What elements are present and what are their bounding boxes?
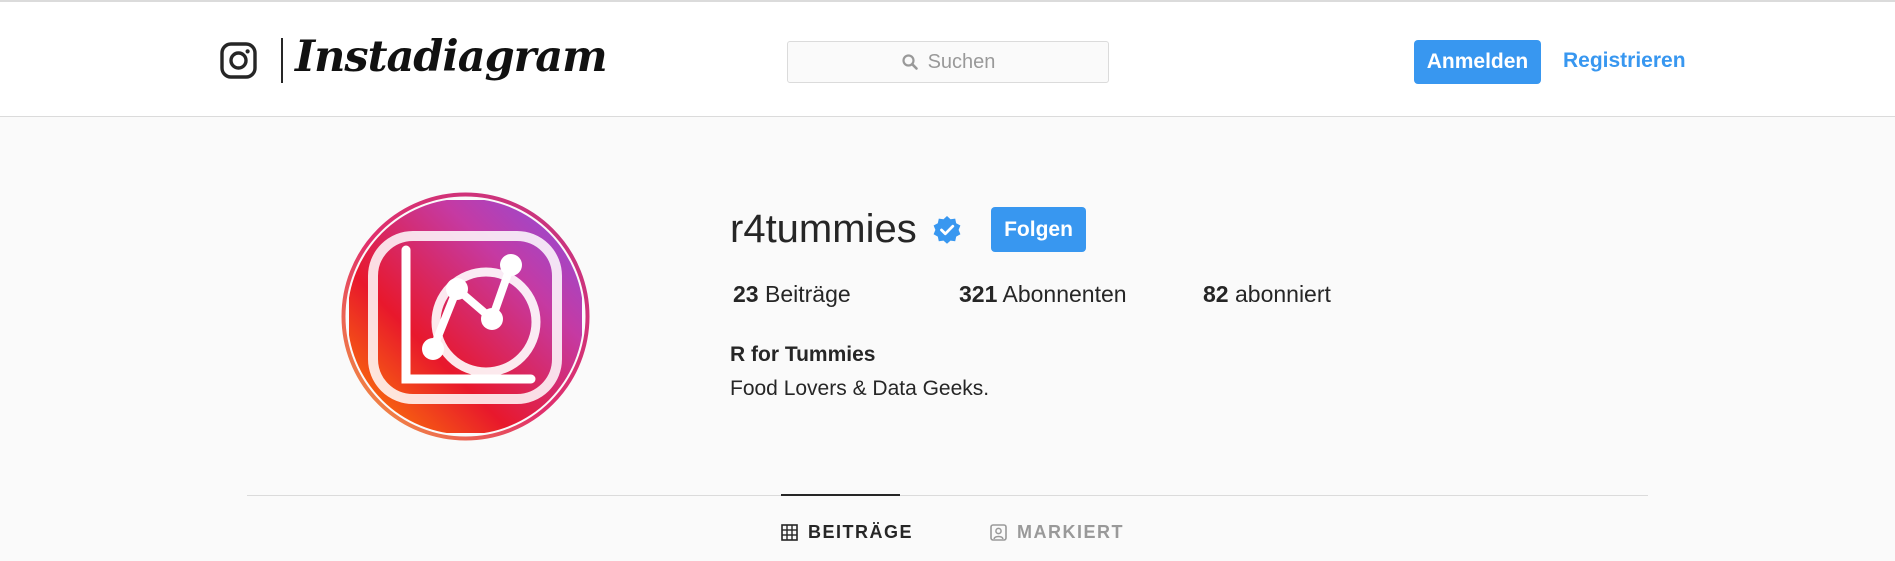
stat-posts-label: Beiträge	[764, 281, 851, 307]
stat-followers-label: Abonnenten	[1002, 281, 1127, 307]
tab-posts-label: BEITRÄGE	[808, 522, 914, 542]
stat-followers[interactable]: 321 Abonnenten	[959, 281, 1127, 308]
stat-followers-count: 321	[959, 281, 998, 307]
search-placeholder: Suchen	[927, 50, 996, 73]
register-link[interactable]: Registrieren	[1563, 49, 1686, 73]
active-tab-indicator	[781, 494, 900, 496]
stat-following-count: 82	[1203, 281, 1229, 307]
search-icon	[901, 54, 918, 70]
stat-following-label: abonniert	[1234, 281, 1331, 307]
tabs-divider	[247, 495, 1648, 496]
camera-outline-icon[interactable]	[220, 42, 257, 79]
verified-badge-icon	[933, 216, 961, 244]
stat-posts-count: 23	[733, 281, 759, 307]
search-input[interactable]: Suchen	[787, 41, 1109, 83]
stat-following[interactable]: 82 abonniert	[1203, 281, 1331, 308]
profile-full-name: R for Tummies	[730, 343, 876, 366]
tab-posts[interactable]: BEITRÄGE	[781, 522, 913, 543]
login-button[interactable]: Anmelden	[1414, 40, 1541, 84]
logo-divider	[281, 38, 283, 83]
profile-bio: Food Lovers & Data Geeks.	[730, 377, 990, 400]
follow-button[interactable]: Folgen	[991, 207, 1086, 252]
stat-posts: 23 Beiträge	[733, 281, 851, 308]
brand-wordmark[interactable]: Instadiagram	[295, 32, 608, 82]
profile-avatar[interactable]	[341, 192, 590, 441]
profile-username: r4tummies	[730, 207, 917, 251]
tab-tagged-label: MARKIERT	[1017, 522, 1124, 542]
grid-icon	[781, 524, 798, 541]
top-navbar: Instadiagram Suchen Anmelden Registriere…	[0, 0, 1895, 117]
tab-tagged[interactable]: MARKIERT	[990, 522, 1124, 543]
tagged-person-icon	[990, 524, 1007, 541]
